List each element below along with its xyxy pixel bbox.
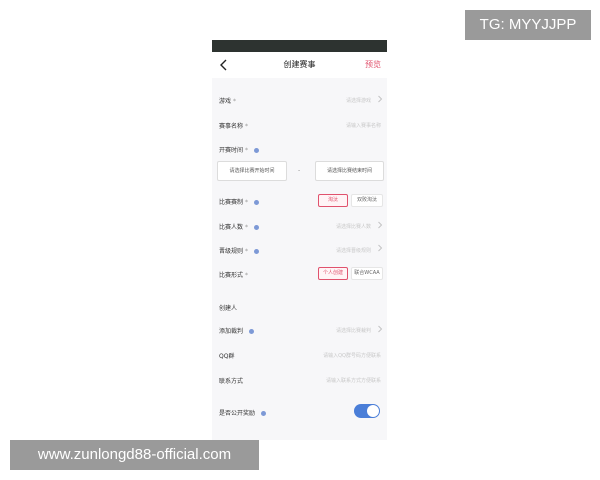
start-time-button[interactable]: 请选择比赛开始时间 <box>217 161 287 181</box>
mode-label: 比赛形式 * <box>219 272 249 279</box>
watermark-url: www.zunlongd88-official.com <box>10 440 259 470</box>
required-mark: * <box>233 98 237 105</box>
toggle-knob <box>367 405 379 417</box>
end-time-button[interactable]: 请选择比赛结束时间 <box>315 161 384 181</box>
required-mark: * <box>245 123 249 130</box>
nav-bar: 创建赛事 预览 <box>212 52 387 78</box>
game-select-placeholder[interactable]: 请选择游戏 <box>346 97 371 104</box>
chevron-right-icon <box>378 221 383 229</box>
watermark-tg: TG: MYYJJPP <box>465 10 591 40</box>
required-mark: * <box>245 199 249 206</box>
format-option-elimination[interactable]: 淘汰 <box>318 194 348 207</box>
phone-screen: 创建赛事 预览 游戏 * 请选择游戏 赛事名称 * 请输入赛事名称 开赛时间 * 请选… <box>212 40 387 440</box>
time-separator: - <box>298 167 301 174</box>
preview-button[interactable]: 预览 <box>365 59 381 70</box>
info-dot-icon[interactable] <box>254 200 260 205</box>
advance-label: 晋级规则 * <box>219 246 260 255</box>
chevron-right-icon <box>378 325 383 333</box>
qq-label: QQ群 <box>219 353 235 360</box>
page-title: 创建赛事 <box>283 60 316 69</box>
players-label: 比赛人数 * <box>219 222 260 231</box>
public-reward-label: 是否公开奖励 <box>219 408 267 417</box>
required-mark: * <box>245 147 249 154</box>
players-select-placeholder[interactable]: 请选择比赛人数 <box>336 223 371 230</box>
referee-label: 添加裁判 <box>219 326 255 335</box>
name-input[interactable]: 请输入赛事名称 <box>346 122 381 129</box>
chevron-right-icon <box>378 95 383 103</box>
required-mark: * <box>245 272 249 279</box>
format-label: 比赛赛制 * <box>219 197 260 206</box>
mode-option-individual[interactable]: 个人创建 <box>318 267 348 280</box>
advance-select-placeholder[interactable]: 请选择晋级规则 <box>336 247 371 254</box>
info-dot-icon[interactable] <box>261 411 267 416</box>
required-mark: * <box>245 248 249 255</box>
status-bar <box>212 40 387 52</box>
contact-input[interactable]: 请输入联系方式方便联系 <box>326 377 381 384</box>
info-dot-icon[interactable] <box>249 329 255 334</box>
time-label: 开赛时间 * <box>219 145 260 154</box>
public-reward-toggle[interactable] <box>354 404 380 418</box>
info-dot-icon[interactable] <box>254 148 260 153</box>
referee-select-placeholder[interactable]: 请选择比赛裁判 <box>336 327 371 334</box>
info-dot-icon[interactable] <box>254 249 260 254</box>
format-option-double-elimination[interactable]: 双败淘汰 <box>351 194 383 207</box>
required-mark: * <box>245 224 249 231</box>
contact-label: 联系方式 <box>219 378 244 385</box>
name-label: 赛事名称 * <box>219 123 249 130</box>
mode-option-wcaa[interactable]: 联合WCAA <box>351 267 383 280</box>
qq-input[interactable]: 请输入QQ群号码方便联系 <box>323 352 381 359</box>
game-label: 游戏 * <box>219 98 237 105</box>
chevron-right-icon <box>378 244 383 252</box>
creator-label: 创建人 <box>219 305 238 312</box>
info-dot-icon[interactable] <box>254 225 260 230</box>
